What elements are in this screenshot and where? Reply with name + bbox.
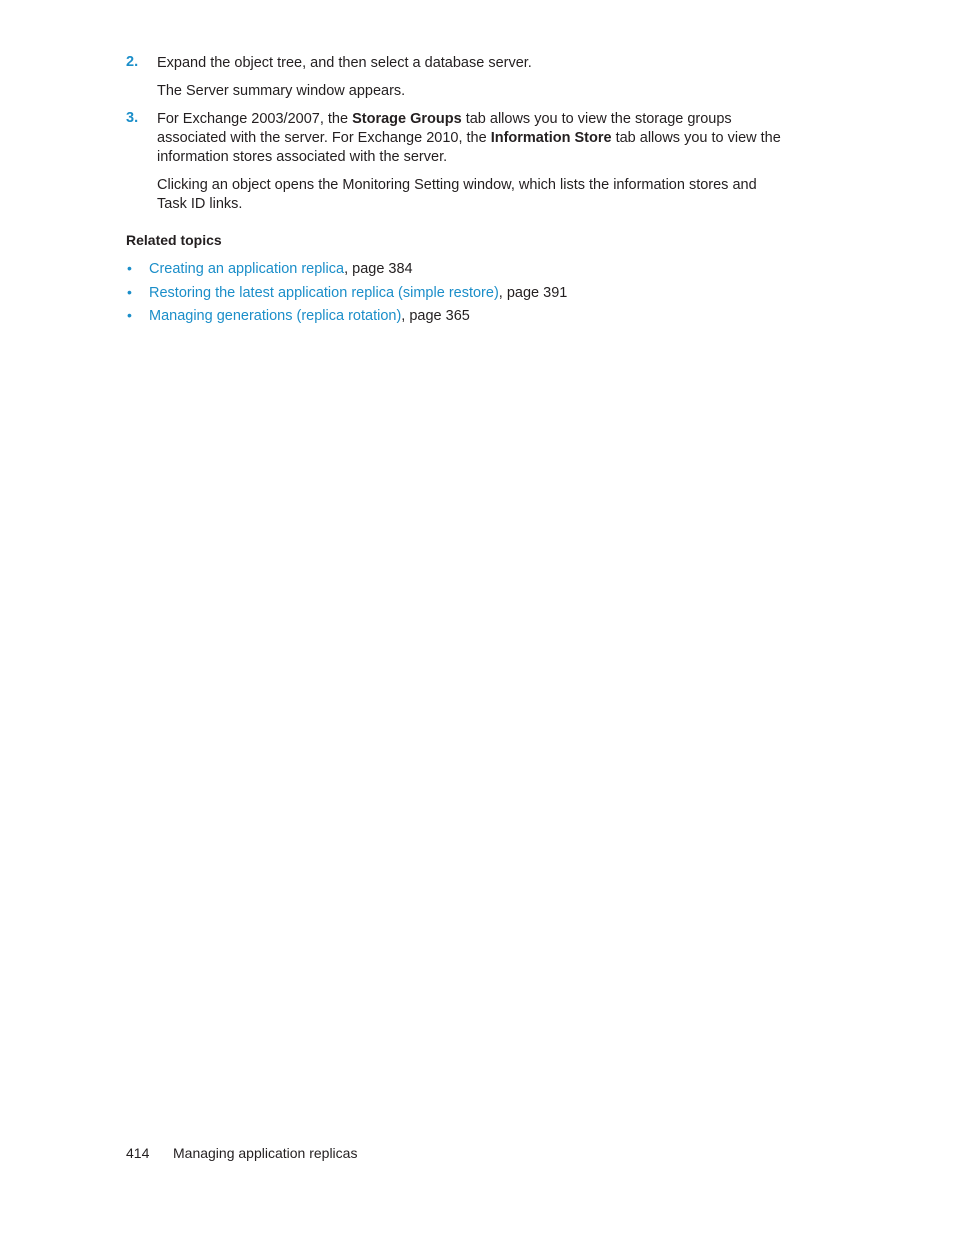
page-reference: , page 365 [401,308,470,324]
bullet-icon: • [127,260,132,276]
step-number: 3. [126,110,139,126]
ui-term-information-store: Information Store [490,130,612,146]
related-topic-item: Restoring the latest application replica… [149,284,567,303]
related-topic-link[interactable]: Managing generations (replica rotation) [149,308,401,324]
bullet-icon: • [127,284,132,300]
page-number: 414 [126,1145,150,1161]
text: For Exchange 2003/2007, the [157,111,353,127]
step-text-line-3: information stores associated with the s… [157,149,448,165]
related-topic-item: Creating an application replica, page 38… [149,260,413,279]
step-text: Expand the object tree, and then select … [157,55,532,71]
step-note-line-2: Task ID links. [157,196,243,212]
related-topic-item: Managing generations (replica rotation),… [149,307,470,326]
text: tab allows you to view the [611,130,781,146]
bullet-icon: • [127,307,132,323]
text: associated with the server. For Exchange… [157,130,491,146]
text: tab allows you to view the storage group… [461,111,732,127]
step-text-line-2: associated with the server. For Exchange… [157,129,781,148]
chapter-title: Managing application replicas [173,1145,358,1161]
step-number: 2. [126,54,139,70]
step-text-line-1: For Exchange 2003/2007, the Storage Grou… [157,110,732,129]
related-topic-link[interactable]: Restoring the latest application replica… [149,285,499,301]
step-result: The Server summary window appears. [157,83,406,99]
related-topic-link[interactable]: Creating an application replica [149,261,344,277]
ui-term-storage-groups: Storage Groups [352,111,462,127]
page-reference: , page 384 [344,261,413,277]
related-topics-heading: Related topics [126,232,222,248]
step-note-line-1: Clicking an object opens the Monitoring … [157,177,757,193]
page-reference: , page 391 [498,285,568,301]
